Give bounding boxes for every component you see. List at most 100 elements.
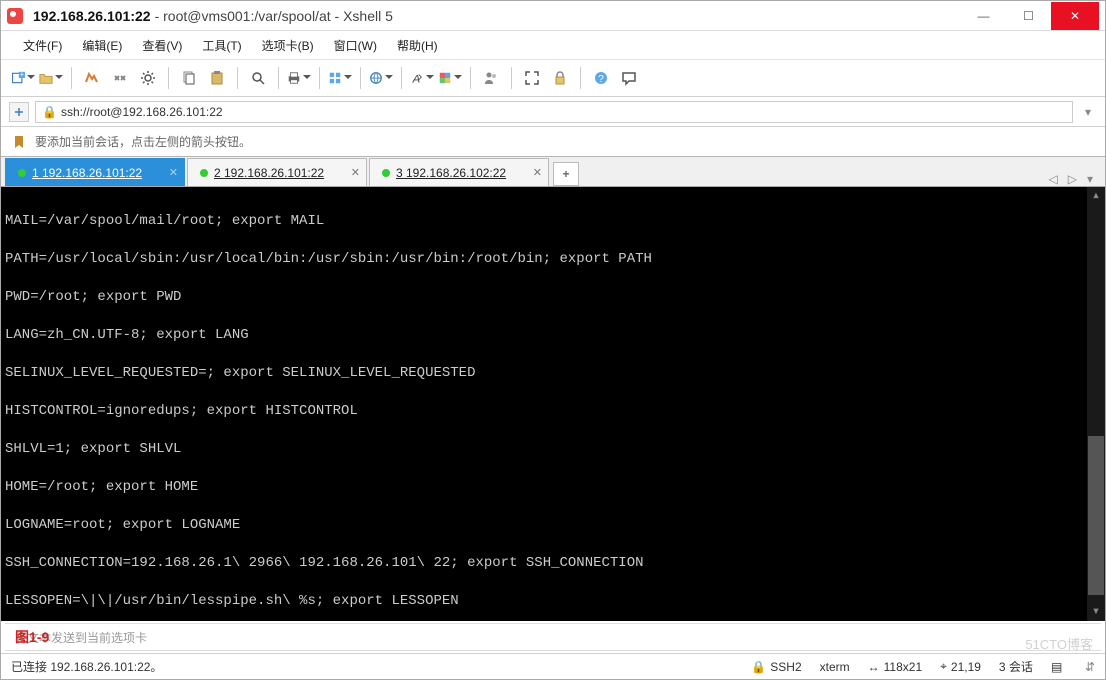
status-menu-button[interactable]: ▤: [1051, 660, 1067, 674]
status-cursor-position: ⌖21,19: [940, 659, 981, 674]
terminal-line: LANG=zh_CN.UTF-8; export LANG: [5, 326, 1101, 345]
address-bar: 🔒 ssh://root@192.168.26.101:22 ▾: [1, 97, 1105, 127]
compose-input[interactable]: 将文本发送到当前选项卡: [5, 623, 1101, 651]
lock-button[interactable]: [548, 66, 572, 90]
toolbar: + A ?: [1, 59, 1105, 97]
tab-close-button[interactable]: ✕: [533, 166, 542, 179]
scroll-up-button[interactable]: ▴: [1087, 187, 1105, 205]
status-ssh: 🔒SSH2: [751, 660, 801, 674]
title-text: 192.168.26.101:22 - root@vms001:/var/spo…: [33, 8, 961, 24]
lock-icon: 🔒: [42, 105, 57, 119]
terminal-line: LOGNAME=root; export LOGNAME: [5, 516, 1101, 535]
tab-label: 2 192.168.26.101:22: [214, 166, 324, 180]
properties-button[interactable]: [136, 66, 160, 90]
toolbar-separator: [401, 67, 402, 89]
title-ip: 192.168.26.101:22: [33, 8, 151, 24]
toolbar-separator: [237, 67, 238, 89]
toolbar-separator: [580, 67, 581, 89]
toolbar-separator: [511, 67, 512, 89]
scroll-thumb[interactable]: [1088, 436, 1104, 595]
close-button[interactable]: ✕: [1051, 2, 1099, 30]
chat-button[interactable]: [617, 66, 641, 90]
toolbar-separator: [71, 67, 72, 89]
lock-icon: 🔒: [751, 660, 766, 674]
window-controls: — ☐ ✕: [961, 2, 1099, 30]
disconnect-button[interactable]: [108, 66, 132, 90]
app-icon: [7, 8, 23, 24]
status-term: xterm: [820, 660, 850, 674]
tab-nav: ◁ ▷ ▾: [1045, 172, 1102, 186]
menu-tabs[interactable]: 选项卡(B): [252, 33, 324, 58]
terminal-pane[interactable]: MAIL=/var/spool/mail/root; export MAIL P…: [1, 187, 1105, 621]
status-connection: 已连接 192.168.26.101:22。: [11, 658, 733, 675]
title-bar: 192.168.26.101:22 - root@vms001:/var/spo…: [1, 1, 1105, 31]
tip-text: 要添加当前会话，点击左侧的箭头按钮。: [35, 133, 251, 150]
copy-button[interactable]: [177, 66, 201, 90]
layout-button[interactable]: [328, 66, 352, 90]
terminal-line: PATH=/usr/local/sbin:/usr/local/bin:/usr…: [5, 250, 1101, 269]
bookmark-icon[interactable]: [11, 134, 27, 150]
status-bar: 已连接 192.168.26.101:22。 🔒SSH2 xterm ↔118x…: [1, 653, 1105, 679]
menu-edit[interactable]: 编辑(E): [72, 33, 132, 58]
new-tab-button[interactable]: +: [553, 162, 579, 186]
toolbar-separator: [470, 67, 471, 89]
status-dot-icon: [18, 169, 26, 177]
globe-button[interactable]: [369, 66, 393, 90]
tab-strip: 1 192.168.26.101:22 ✕ 2 192.168.26.101:2…: [1, 157, 1105, 187]
resize-icon: ↔: [868, 660, 880, 674]
tab-2[interactable]: 2 192.168.26.101:22 ✕: [187, 158, 367, 186]
address-add-button[interactable]: [9, 102, 29, 122]
tab-scroll-right-button[interactable]: ▷: [1064, 172, 1081, 186]
fullscreen-button[interactable]: [520, 66, 544, 90]
menu-view[interactable]: 查看(V): [132, 33, 192, 58]
terminal-line: SHLVL=1; export SHLVL: [5, 440, 1101, 459]
tab-3[interactable]: 3 192.168.26.102:22 ✕: [369, 158, 549, 186]
svg-text:+: +: [20, 71, 24, 78]
tab-label: 3 192.168.26.102:22: [396, 166, 506, 180]
cursor-pos-icon: ⌖: [940, 659, 947, 674]
terminal-line: SSH_CONNECTION=192.168.26.1\ 2966\ 192.1…: [5, 554, 1101, 573]
menu-tools[interactable]: 工具(T): [192, 33, 251, 58]
color-button[interactable]: [438, 66, 462, 90]
toolbar-separator: [278, 67, 279, 89]
terminal-line: HISTCONTROL=ignoredups; export HISTCONTR…: [5, 402, 1101, 421]
menu-help[interactable]: 帮助(H): [387, 33, 448, 58]
minimize-button[interactable]: —: [961, 2, 1006, 30]
tab-scroll-left-button[interactable]: ◁: [1045, 172, 1062, 186]
menu-window[interactable]: 窗口(W): [324, 33, 387, 58]
svg-text:?: ?: [598, 74, 604, 85]
help-button[interactable]: ?: [589, 66, 613, 90]
terminal-line: HOME=/root; export HOME: [5, 478, 1101, 497]
menu-file[interactable]: 文件(F): [13, 33, 72, 58]
address-url: ssh://root@192.168.26.101:22: [61, 105, 223, 119]
status-sessions: 3 会话: [999, 658, 1033, 675]
toolbar-separator: [319, 67, 320, 89]
terminal-line: SELINUX_LEVEL_REQUESTED=; export SELINUX…: [5, 364, 1101, 383]
tab-close-button[interactable]: ✕: [351, 166, 360, 179]
tab-list-button[interactable]: ▾: [1083, 172, 1097, 186]
menu-bar: 文件(F) 编辑(E) 查看(V) 工具(T) 选项卡(B) 窗口(W) 帮助(…: [1, 31, 1105, 59]
new-session-button[interactable]: +: [11, 66, 35, 90]
scroll-track[interactable]: [1087, 205, 1105, 603]
print-button[interactable]: [287, 66, 311, 90]
find-button[interactable]: [246, 66, 270, 90]
open-session-button[interactable]: [39, 66, 63, 90]
font-button[interactable]: A: [410, 66, 434, 90]
address-dropdown-button[interactable]: ▾: [1079, 105, 1097, 119]
tab-1[interactable]: 1 192.168.26.101:22 ✕: [5, 158, 185, 186]
maximize-button[interactable]: ☐: [1006, 2, 1051, 30]
scroll-down-button[interactable]: ▾: [1087, 603, 1105, 621]
tab-close-button[interactable]: ✕: [169, 166, 178, 179]
toolbar-separator: [360, 67, 361, 89]
tab-label: 1 192.168.26.101:22: [32, 166, 142, 180]
paste-button[interactable]: [205, 66, 229, 90]
address-input[interactable]: 🔒 ssh://root@192.168.26.101:22: [35, 101, 1073, 123]
terminal-scrollbar[interactable]: ▴ ▾: [1087, 187, 1105, 621]
terminal-line: LESSOPEN=\|\|/usr/bin/lesspipe.sh\ %s; e…: [5, 592, 1101, 611]
figure-label: 图1-9: [15, 627, 49, 647]
status-size: ↔118x21: [868, 660, 922, 674]
status-dot-icon: [200, 169, 208, 177]
users-button[interactable]: [479, 66, 503, 90]
reconnect-button[interactable]: [80, 66, 104, 90]
tip-bar: 要添加当前会话，点击左侧的箭头按钮。: [1, 127, 1105, 157]
